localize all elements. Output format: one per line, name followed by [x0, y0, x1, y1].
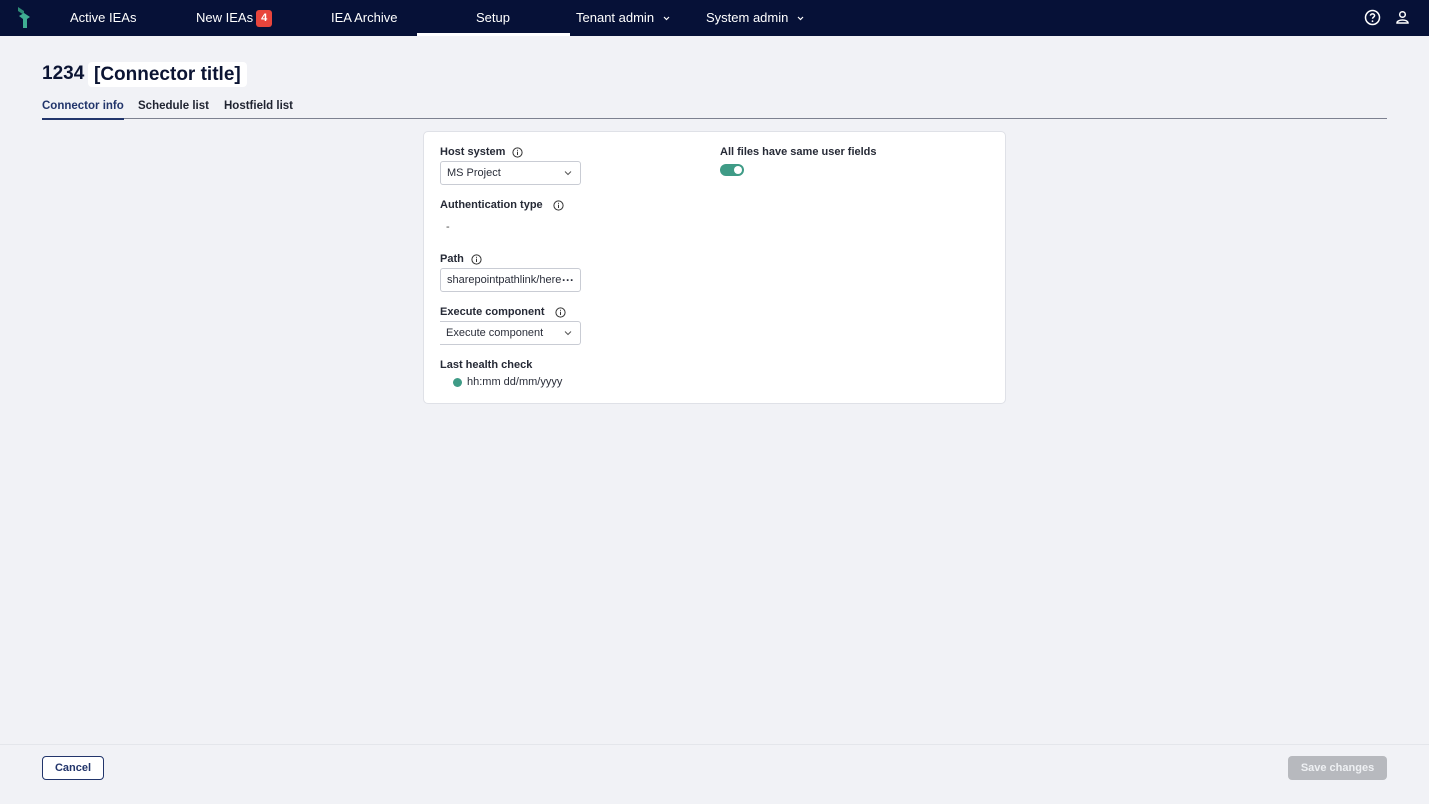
execute-component-select[interactable]: Execute component: [440, 321, 581, 345]
tab-schedule-list[interactable]: Schedule list: [138, 98, 209, 119]
nav-tenant-admin-label: Tenant admin: [576, 10, 655, 25]
authentication-type-label: Authentication type: [440, 199, 543, 211]
health-status-indicator: [453, 378, 462, 387]
nav-iea-archive[interactable]: IEA Archive: [331, 0, 397, 36]
info-icon[interactable]: [553, 200, 564, 211]
last-health-check-label: Last health check: [440, 359, 533, 371]
nav-iea-archive-label: IEA Archive: [331, 10, 398, 25]
info-icon[interactable]: [512, 147, 523, 158]
path-field[interactable]: sharepointpathlink/here ···: [440, 268, 581, 292]
save-changes-button[interactable]: Save changes: [1288, 756, 1387, 780]
top-navigation-bar: Active IEAs New IEAs 4 IEA Archive Setup …: [0, 0, 1429, 36]
host-system-select[interactable]: MS Project: [440, 161, 581, 185]
nav-setup-label: Setup: [476, 10, 510, 25]
chevron-down-icon: [564, 331, 572, 336]
authentication-type-value: -: [446, 221, 450, 233]
cancel-button[interactable]: Cancel: [42, 756, 104, 780]
nav-new-ieas-label: New IEAs: [196, 10, 254, 25]
footer-divider: [0, 744, 1429, 745]
path-label: Path: [440, 253, 464, 265]
tab-connector-info[interactable]: Connector info: [42, 98, 124, 120]
new-ieas-count-badge: 4: [256, 10, 273, 27]
connector-title[interactable]: [Connector title]: [88, 62, 247, 87]
tab-hostfield-list[interactable]: Hostfield list: [224, 98, 293, 119]
chevron-down-icon: [797, 16, 804, 21]
user-icon[interactable]: [1394, 9, 1411, 26]
nav-active-ieas[interactable]: Active IEAs: [70, 0, 136, 36]
nav-new-ieas[interactable]: New IEAs 4: [196, 0, 273, 36]
connector-id: 1234: [42, 63, 85, 84]
app-logo-icon[interactable]: [15, 6, 33, 30]
nav-system-admin[interactable]: System admin: [706, 0, 804, 36]
nav-system-admin-label: System admin: [706, 10, 789, 25]
host-system-value: MS Project: [447, 167, 501, 179]
info-icon[interactable]: [471, 254, 482, 265]
info-icon[interactable]: [555, 307, 566, 318]
execute-component-label: Execute component: [440, 306, 545, 318]
nav-setup[interactable]: Setup: [417, 0, 570, 36]
same-user-fields-toggle[interactable]: [720, 164, 744, 176]
execute-component-value: Execute component: [446, 327, 544, 339]
host-system-label: Host system: [440, 146, 506, 158]
chevron-down-icon: [663, 16, 670, 21]
nav-active-ieas-label: Active IEAs: [70, 10, 137, 25]
toggle-knob: [734, 166, 742, 174]
help-icon[interactable]: [1364, 9, 1381, 26]
more-options-icon[interactable]: ···: [562, 269, 574, 291]
last-health-check-value: hh:mm dd/mm/yyyy: [467, 376, 563, 388]
same-user-fields-label: All files have same user fields: [720, 146, 877, 158]
nav-tenant-admin[interactable]: Tenant admin: [576, 0, 670, 36]
chevron-down-icon: [564, 171, 572, 176]
tab-bar: Connector info Schedule list Hostfield l…: [42, 98, 1387, 120]
path-value: sharepointpathlink/here: [447, 274, 562, 286]
connector-info-card: Host system MS Project Authentication ty…: [423, 131, 1006, 404]
